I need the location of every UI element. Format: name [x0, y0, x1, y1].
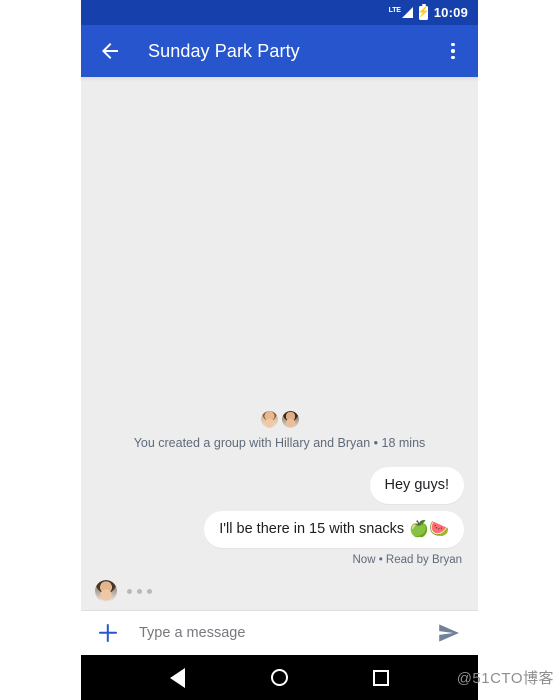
- conversation-thread[interactable]: You created a group with Hillary and Bry…: [81, 82, 478, 610]
- message-row: Hey guys!: [81, 467, 478, 504]
- recents-square-icon: [373, 669, 390, 686]
- message-bubble[interactable]: Hey guys!: [369, 467, 464, 504]
- network-type-label: LTE: [388, 7, 401, 14]
- typing-dot: [137, 588, 142, 594]
- avatar-photo: [95, 580, 117, 602]
- group-avatar-stack: [99, 410, 460, 429]
- avatar: [259, 410, 279, 429]
- back-triangle-icon: [170, 667, 186, 688]
- typing-dots: [127, 588, 152, 594]
- signal-bars-icon: LTE: [389, 7, 413, 18]
- app-bar: Sunday Park Party: [81, 25, 478, 77]
- message-bubble[interactable]: I'll be there in 15 with snacks 🍏🍉: [204, 511, 464, 548]
- nav-recents-button[interactable]: [361, 658, 401, 698]
- send-icon[interactable]: [436, 620, 462, 646]
- back-arrow-icon[interactable]: [97, 38, 123, 64]
- plus-icon[interactable]: [95, 620, 121, 646]
- overflow-dot: [451, 49, 455, 53]
- typing-indicator: [81, 580, 478, 602]
- typing-dot: [127, 588, 132, 594]
- typing-dot: [147, 588, 152, 594]
- avatar-photo: [260, 411, 278, 428]
- nav-home-button[interactable]: [259, 658, 299, 698]
- overflow-menu-icon[interactable]: [442, 38, 464, 64]
- message-row: I'll be there in 15 with snacks 🍏🍉: [81, 511, 478, 548]
- message-input[interactable]: [139, 625, 436, 641]
- signal-triangle: [401, 7, 413, 18]
- message-text: I'll be there in 15 with snacks: [219, 521, 405, 537]
- group-created-text: You created a group with Hillary and Bry…: [133, 436, 426, 450]
- status-bar-clock: 10:09: [433, 5, 468, 20]
- avatar: [95, 580, 117, 602]
- compose-bar: [81, 611, 478, 655]
- page-title: Sunday Park Party: [148, 40, 300, 61]
- overflow-dot: [451, 55, 455, 60]
- message-text: Hey guys!: [384, 477, 449, 493]
- message-emoji: 🍏🍉: [409, 520, 449, 538]
- charging-bolt-glyph: ⚡: [417, 6, 430, 18]
- screenshot-page: LTE ⚡ 10:09 Sunday Park Party You create…: [0, 0, 560, 700]
- status-bar-right-group: LTE ⚡ 10:09: [389, 3, 468, 20]
- group-created-notice: You created a group with Hillary and Bry…: [81, 410, 478, 451]
- avatar: [280, 410, 300, 429]
- delivery-status: Now • Read by Bryan: [352, 554, 463, 566]
- avatar-photo: [281, 411, 299, 428]
- battery-charging-icon: ⚡: [417, 3, 430, 20]
- home-circle-icon: [270, 669, 288, 686]
- phone-screen: LTE ⚡ 10:09 Sunday Park Party You create…: [81, 0, 478, 700]
- nav-back-button[interactable]: [158, 658, 198, 698]
- status-bar: LTE ⚡ 10:09: [81, 0, 478, 25]
- android-nav-bar: [81, 655, 478, 700]
- overflow-dot: [451, 42, 455, 47]
